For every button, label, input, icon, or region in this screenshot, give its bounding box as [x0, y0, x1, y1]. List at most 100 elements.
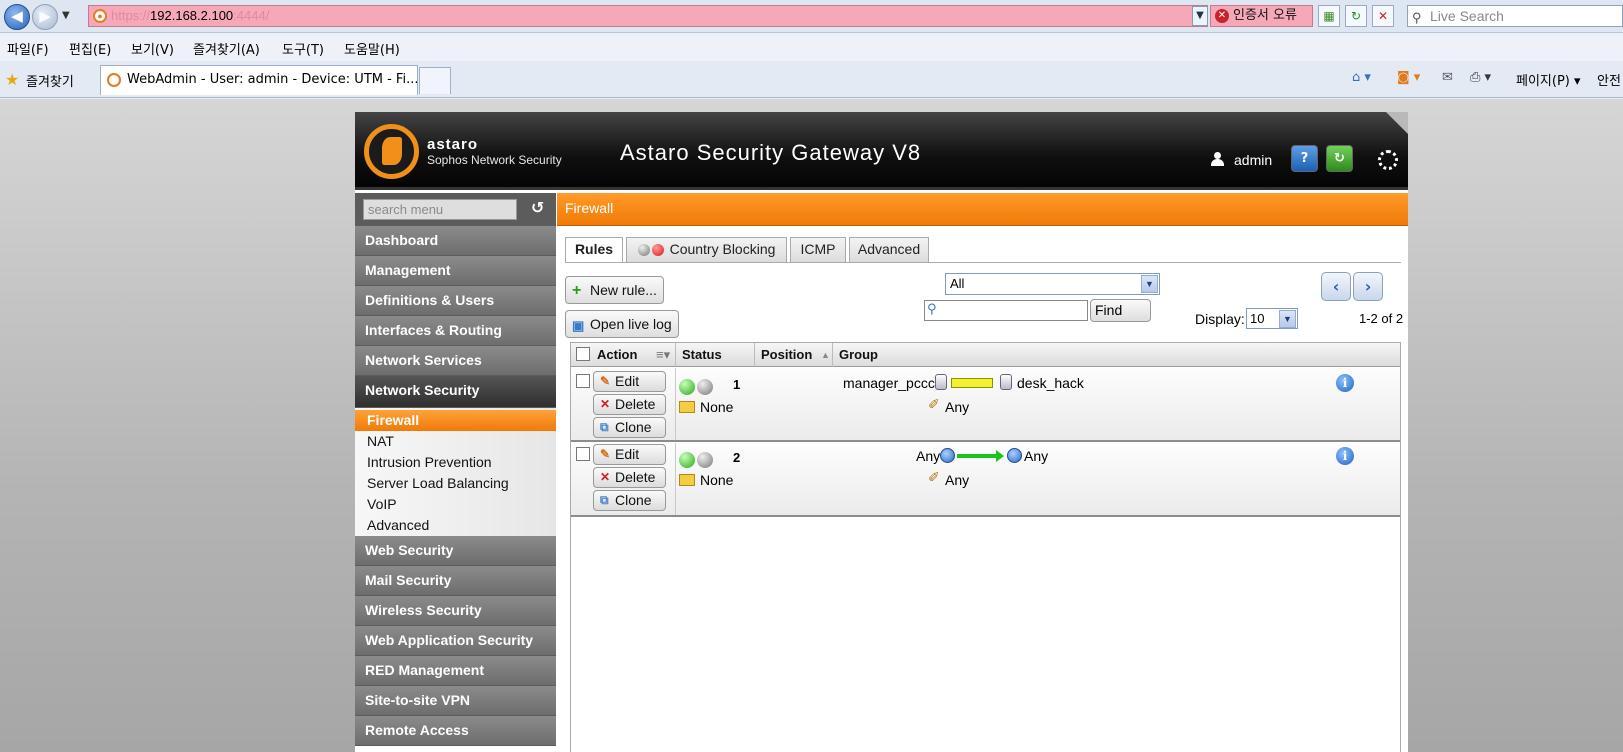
rule-service: Any: [945, 399, 970, 415]
edit-button[interactable]: ✎ Edit: [593, 371, 666, 392]
rule-enabled-toggle[interactable]: [679, 452, 695, 468]
tab-rules[interactable]: Rules: [565, 237, 623, 263]
open-live-log-button[interactable]: ▣ Open live log: [565, 310, 679, 338]
delete-button[interactable]: ✕ Delete: [593, 467, 666, 488]
address-row: ◀ ▶ ▼ ● https://192.168.2.100:4444/ ▼ ✕ …: [0, 0, 1623, 33]
reload-button[interactable]: ↻: [1326, 145, 1353, 172]
help-button[interactable]: ?: [1291, 145, 1318, 172]
subnav-intrusion-prevention[interactable]: Intrusion Prevention: [355, 452, 556, 473]
tab-divider: [565, 262, 1401, 263]
select-all-checkbox[interactable]: [576, 347, 590, 361]
network-icon: [940, 448, 955, 463]
rule-group: None: [700, 472, 734, 488]
pencil-icon: ✎: [600, 374, 611, 388]
rule-service: Any: [945, 472, 970, 488]
compat-view-icon[interactable]: ▦: [1318, 5, 1340, 27]
refresh-icon[interactable]: ↻: [1345, 5, 1367, 27]
display-count-select[interactable]: 10 ▼: [1246, 308, 1298, 329]
rule-log-toggle[interactable]: [697, 379, 713, 395]
forward-button[interactable]: ▶: [32, 4, 58, 30]
previous-page-button[interactable]: ‹: [1321, 272, 1351, 301]
rule-log-toggle[interactable]: [697, 452, 713, 468]
log-icon: ▣: [572, 318, 585, 333]
sort-asc-icon: ▲: [821, 350, 830, 360]
menu-edit[interactable]: 편집(E): [69, 39, 111, 58]
new-rule-button[interactable]: + New rule...: [565, 276, 664, 304]
menu-bar: 파일(F) 편집(E) 보기(V) 즐겨찾기(A) 도구(T) 도움말(H): [0, 34, 1623, 61]
info-icon[interactable]: i: [1336, 374, 1354, 392]
clone-button[interactable]: ⧉ Clone: [593, 417, 666, 438]
menu-search-input[interactable]: search menu: [363, 199, 517, 220]
reject-arrow-icon: [951, 378, 993, 388]
column-options-icon[interactable]: ≡▾: [656, 343, 670, 367]
next-page-button[interactable]: ›: [1353, 272, 1383, 301]
info-icon[interactable]: i: [1336, 447, 1354, 465]
row-checkbox[interactable]: [576, 447, 590, 461]
nav-interfaces-routing[interactable]: Interfaces & Routing: [355, 316, 556, 346]
tab-icmp[interactable]: ICMP: [790, 237, 846, 262]
menu-file[interactable]: 파일(F): [7, 39, 49, 58]
rule-search-input[interactable]: ⚲: [924, 300, 1088, 321]
nav-wireless-security[interactable]: Wireless Security: [355, 596, 556, 626]
column-group[interactable]: Group: [833, 343, 1400, 367]
home-icon[interactable]: ⌂ ▾: [1352, 70, 1371, 85]
app-header: astaro Sophos Network Security Astaro Se…: [355, 112, 1408, 190]
subnav-advanced[interactable]: Advanced: [355, 515, 556, 536]
column-position[interactable]: Position ▲: [755, 343, 833, 367]
clone-button[interactable]: ⧉ Clone: [593, 490, 666, 511]
edit-button[interactable]: ✎ Edit: [593, 444, 666, 465]
safety-menu[interactable]: 안전: [1597, 70, 1621, 89]
history-dropdown-icon[interactable]: ▼: [62, 10, 70, 21]
nav-red-management[interactable]: RED Management: [355, 656, 556, 686]
new-tab-button[interactable]: [419, 67, 451, 94]
nav-management[interactable]: Management: [355, 256, 556, 286]
favorites-star-icon[interactable]: ★: [5, 70, 19, 89]
page-menu[interactable]: 페이지(P) ▾: [1516, 70, 1581, 89]
tab-country-blocking-label: Country Blocking: [669, 241, 776, 257]
subnav-nat[interactable]: NAT: [355, 431, 556, 452]
menu-help[interactable]: 도움말(H): [344, 39, 400, 58]
menu-view[interactable]: 보기(V): [131, 39, 174, 58]
subnav-voip[interactable]: VoIP: [355, 494, 556, 515]
user-name[interactable]: admin: [1234, 152, 1272, 168]
display-label: Display:: [1195, 311, 1245, 327]
reset-search-icon[interactable]: ↺: [531, 198, 544, 217]
nav-network-services[interactable]: Network Services: [355, 346, 556, 376]
subnav-firewall[interactable]: Firewall: [355, 410, 556, 431]
print-icon[interactable]: ⎙ ▾: [1470, 70, 1491, 85]
tab-advanced[interactable]: Advanced: [849, 237, 929, 262]
mail-icon[interactable]: ✉: [1442, 70, 1453, 85]
menu-favorites[interactable]: 즐겨찾기(A): [193, 39, 260, 58]
favorites-label[interactable]: 즐겨찾기: [26, 71, 74, 90]
nav-network-security[interactable]: Network Security: [355, 376, 556, 408]
browser-tab[interactable]: WebAdmin - User: admin - Device: UTM - F…: [100, 65, 418, 95]
column-action[interactable]: Action ≡▾: [591, 343, 676, 367]
rule-enabled-toggle[interactable]: [679, 379, 695, 395]
nav-definitions-users[interactable]: Definitions & Users: [355, 286, 556, 316]
subnav-server-load-balancing[interactable]: Server Load Balancing: [355, 473, 556, 494]
delete-button[interactable]: ✕ Delete: [593, 394, 666, 415]
stop-icon[interactable]: ✕: [1372, 5, 1394, 27]
nav-web-security[interactable]: Web Security: [355, 536, 556, 566]
cert-error-button[interactable]: ✕ 인증서 오류: [1210, 5, 1313, 27]
group-filter-select[interactable]: All ▼: [945, 273, 1160, 295]
nav-remote-access[interactable]: Remote Access: [355, 716, 556, 746]
address-bar[interactable]: ● https://192.168.2.100:4444/: [88, 5, 1208, 27]
table-header: Action ≡▾ Status Position ▲ Group: [571, 343, 1400, 367]
back-button[interactable]: ◀: [4, 4, 30, 30]
nav-web-application-security[interactable]: Web Application Security: [355, 626, 556, 656]
tab-favicon-icon: [107, 73, 121, 87]
nav-mail-security[interactable]: Mail Security: [355, 566, 556, 596]
find-button[interactable]: Find: [1090, 299, 1151, 322]
feeds-icon[interactable]: ◙ ▾: [1397, 70, 1420, 85]
menu-tools[interactable]: 도구(T): [282, 39, 324, 58]
nav-dashboard[interactable]: Dashboard: [355, 226, 556, 256]
nav-site-to-site-vpn[interactable]: Site-to-site VPN: [355, 686, 556, 716]
rule-destination: desk_hack: [1017, 375, 1084, 391]
address-dropdown-icon[interactable]: ▼: [1192, 6, 1208, 26]
live-search-input[interactable]: ⚲ Live Search: [1407, 5, 1623, 27]
column-status[interactable]: Status: [676, 343, 755, 367]
tab-country-blocking[interactable]: Country Blocking: [626, 237, 787, 262]
error-icon: ✕: [1215, 9, 1229, 23]
row-checkbox[interactable]: [576, 374, 590, 388]
